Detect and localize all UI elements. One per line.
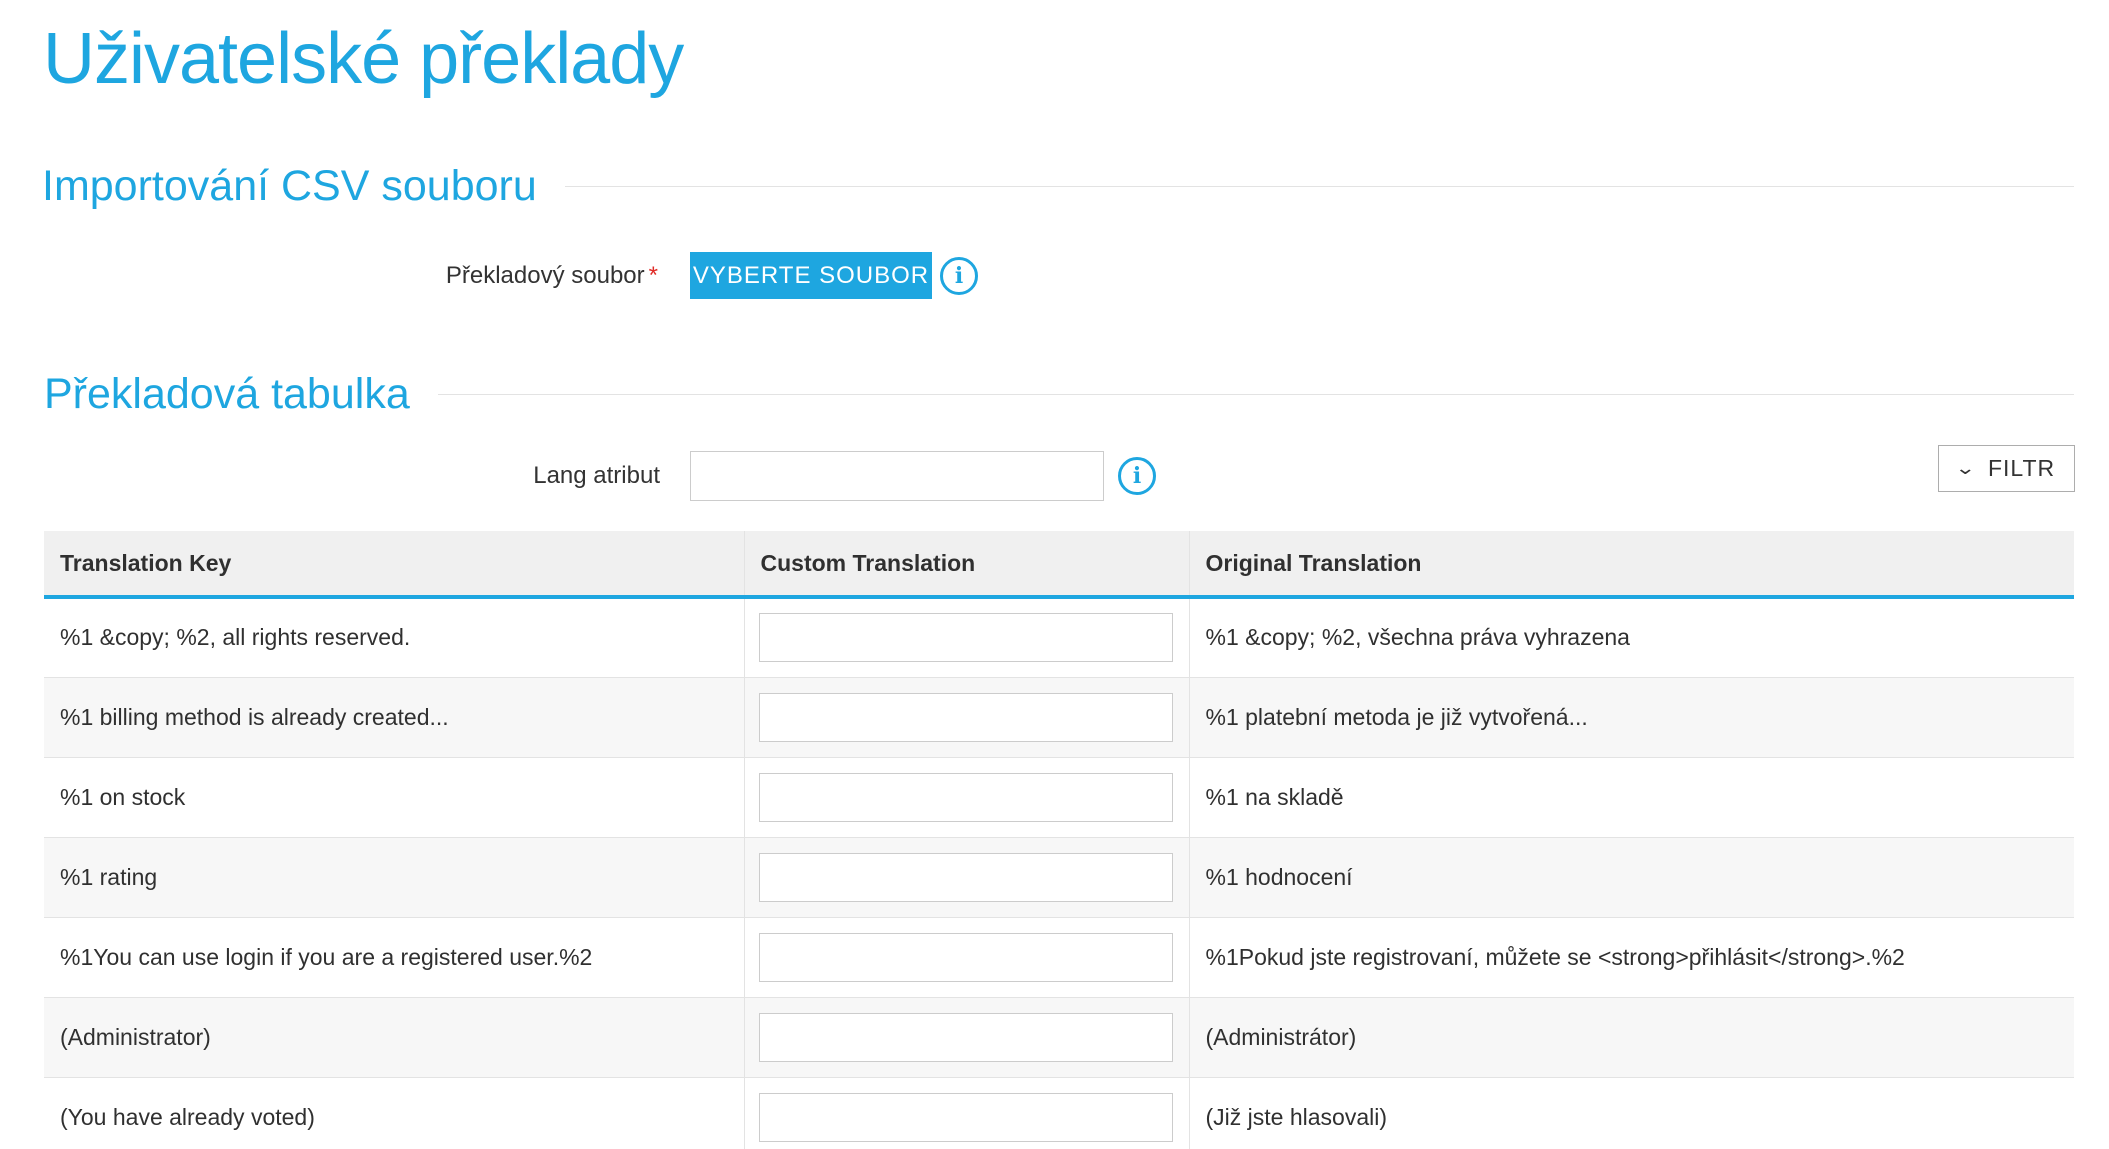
info-icon[interactable]: i [1118,457,1156,495]
section-divider [564,186,2074,187]
custom-translation-cell [743,597,1189,678]
translation-key-cell: (You have already voted) [44,1077,744,1149]
custom-translation-cell [743,677,1189,758]
custom-translation-cell [743,1077,1189,1149]
translation-table-section-header: Překladová tabulka [44,370,2074,419]
import-section-title: Importování CSV souboru [42,162,537,210]
original-translation-cell: %1Pokud jste registrovaní, můžete se <st… [1188,917,2074,998]
filter-button[interactable]: ⌄ FILTR [1938,445,2075,492]
custom-translation-input[interactable] [758,852,1173,902]
custom-translation-cell [743,837,1189,918]
page-title: Uživatelské překlady [43,19,684,99]
custom-translation-cell [743,917,1189,998]
translation-file-row: Překladový soubor * VYBERTE SOUBOR i [0,252,978,299]
table-row: %1 rating %1 hodnocení [44,837,2074,918]
table-row: %1You can use login if you are a registe… [44,917,2074,998]
original-translation-cell: (Administrátor) [1188,997,2074,1078]
translation-file-label-text: Překladový soubor [445,261,645,289]
import-section-header: Importování CSV souboru [42,162,2074,211]
translation-key-cell: (Administrator) [44,997,744,1078]
table-row: %1 billing method is already created... … [44,677,2074,758]
custom-translation-input[interactable] [758,613,1173,663]
custom-translation-input[interactable] [758,932,1173,982]
table-row: %1 on stock %1 na skladě [44,757,2074,838]
translation-file-label: Překladový soubor * [0,262,658,290]
original-translation-cell: %1 platební metoda je již vytvořená... [1188,677,2074,758]
custom-translation-cell [743,997,1189,1078]
choose-file-button[interactable]: VYBERTE SOUBOR [690,252,932,299]
lang-attribute-input[interactable] [690,451,1104,501]
section-divider [437,394,2074,395]
lang-attribute-label: Lang atribut [533,462,660,489]
required-asterisk: * [648,261,658,289]
table-row: (Administrator) (Administrátor) [44,997,2074,1078]
original-translation-cell: (Již jste hlasovali) [1188,1077,2074,1149]
custom-translation-input[interactable] [758,772,1173,822]
filter-button-label: FILTR [1987,455,2056,481]
original-translation-cell: %1 na skladě [1188,757,2074,838]
table-row: (You have already voted) (Již jste hlaso… [44,1077,2074,1149]
translation-key-cell: %1 &copy; %2, all rights reserved. [44,597,744,678]
custom-translation-input[interactable] [758,1012,1173,1062]
chevron-down-icon: ⌄ [1954,458,1978,478]
translation-table: Translation Key Custom Translation Origi… [44,531,2074,1149]
lang-attribute-row: Lang atribut i [0,451,1156,501]
translation-table-section-title: Překladová tabulka [44,370,410,418]
column-header-translation-key[interactable]: Translation Key [44,531,744,599]
translation-key-cell: %1 billing method is already created... [44,677,744,758]
info-icon[interactable]: i [940,256,978,295]
translation-key-cell: %1 rating [44,837,744,918]
custom-translation-cell [743,757,1189,838]
column-header-custom-translation[interactable]: Custom Translation [743,531,1189,599]
table-header-row: Translation Key Custom Translation Origi… [44,531,2074,599]
translation-key-cell: %1You can use login if you are a registe… [44,917,744,998]
original-translation-cell: %1 &copy; %2, všechna práva vyhrazena [1188,597,2074,678]
table-row: %1 &copy; %2, all rights reserved. %1 &c… [44,597,2074,678]
custom-translation-input[interactable] [758,1092,1173,1142]
column-header-original-translation[interactable]: Original Translation [1188,531,2074,599]
original-translation-cell: %1 hodnocení [1188,837,2074,918]
custom-translation-input[interactable] [758,692,1173,742]
translation-key-cell: %1 on stock [44,757,744,838]
